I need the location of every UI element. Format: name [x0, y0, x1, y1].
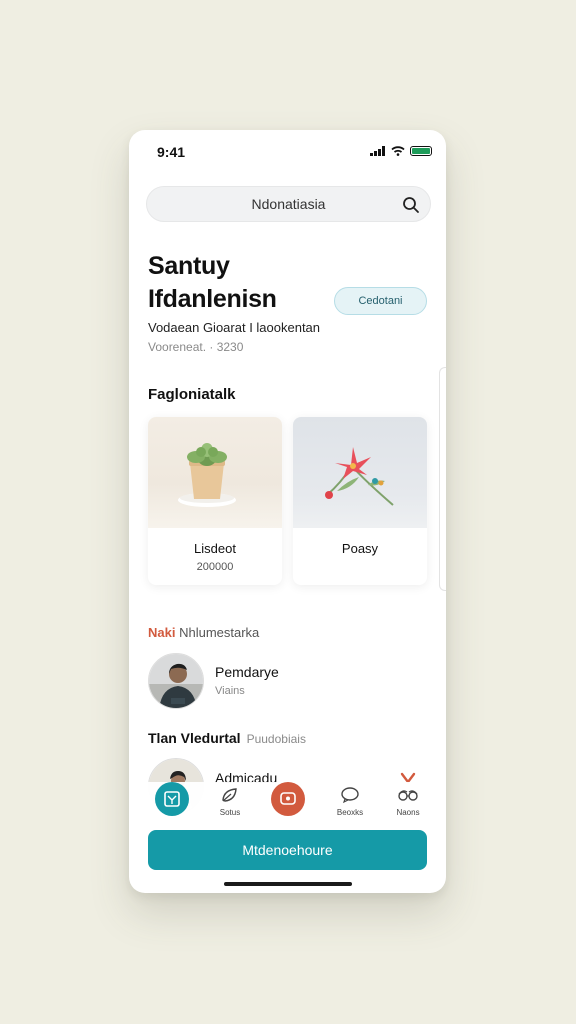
list-section-header: Tlan Vledurtal Puudobiais — [148, 730, 306, 746]
hero-subtitle: Vodaean Gioarat I laookentan — [148, 320, 321, 335]
recommend-label: Nhlumestarka — [179, 625, 260, 640]
tab-label: Sotus — [219, 808, 241, 817]
tab-home[interactable] — [142, 782, 202, 826]
flower-image — [293, 417, 427, 528]
title-line-1: Santuy — [148, 252, 230, 280]
list-section-label: Puudobiais — [246, 732, 306, 746]
bubble-icon — [341, 787, 359, 804]
succulent-illustration — [178, 443, 236, 507]
wifi-icon — [391, 146, 405, 156]
status-icons — [370, 146, 432, 156]
person-avatar-icon — [149, 654, 203, 708]
tab-chat-highlight — [271, 782, 305, 816]
glasses-icon — [398, 790, 418, 801]
featured-section-title: Fagloniatalk — [148, 386, 236, 403]
primary-action-button[interactable]: Mtdenoehoure — [148, 830, 427, 870]
cta-pill-button[interactable]: Cedotani — [334, 287, 427, 315]
list-section-title: Tlan Vledurtal — [148, 730, 241, 746]
tab-label: Naons — [396, 808, 420, 817]
product-card-1[interactable]: Lisdeot 200000 — [148, 417, 282, 585]
tab-home-highlight — [155, 782, 189, 816]
leaf-icon — [222, 788, 237, 802]
list-item-name: Pemdarye — [215, 664, 279, 680]
recommend-header: Naki Nhlumestarka — [148, 625, 259, 640]
tab-bar: Sotus Beoxks Naons — [129, 782, 446, 826]
search-input[interactable] — [147, 187, 430, 221]
tab-naons[interactable]: Naons — [378, 782, 438, 826]
plant-image — [148, 417, 282, 528]
recommend-accent: Naki — [148, 625, 176, 640]
avatar[interactable] — [148, 653, 204, 709]
phone-frame: 9:41 Santuy Ifdanlenisn Cedotani V — [129, 130, 446, 893]
card-price: 200000 — [196, 561, 234, 573]
product-card-2[interactable]: Poasy — [293, 417, 427, 585]
chat-icon — [280, 792, 296, 805]
tab-sotus[interactable]: Sotus — [200, 782, 260, 826]
home-icon — [164, 791, 180, 807]
flower-illustration — [325, 447, 394, 506]
list-item-sub: Viains — [215, 685, 245, 697]
card-title: Poasy — [341, 541, 379, 556]
page-title: Santuy Ifdanlenisn — [148, 250, 277, 316]
search-bar[interactable] — [146, 186, 431, 222]
home-indicator[interactable] — [224, 882, 352, 886]
title-line-2: Ifdanlenisn — [148, 285, 277, 313]
tab-chat[interactable] — [258, 782, 318, 826]
card-title: Lisdeot — [194, 541, 236, 556]
signal-icon — [370, 146, 385, 156]
status-bar: 9:41 — [129, 130, 446, 174]
search-icon[interactable] — [402, 196, 420, 214]
tab-label: Beoxks — [336, 808, 364, 817]
carousel-edge — [439, 367, 446, 591]
tab-beoxks[interactable]: Beoxks — [320, 782, 380, 826]
battery-icon — [410, 146, 432, 156]
hero-meta: Vooreneat. · 3230 — [148, 340, 244, 354]
status-time: 9:41 — [157, 144, 186, 160]
